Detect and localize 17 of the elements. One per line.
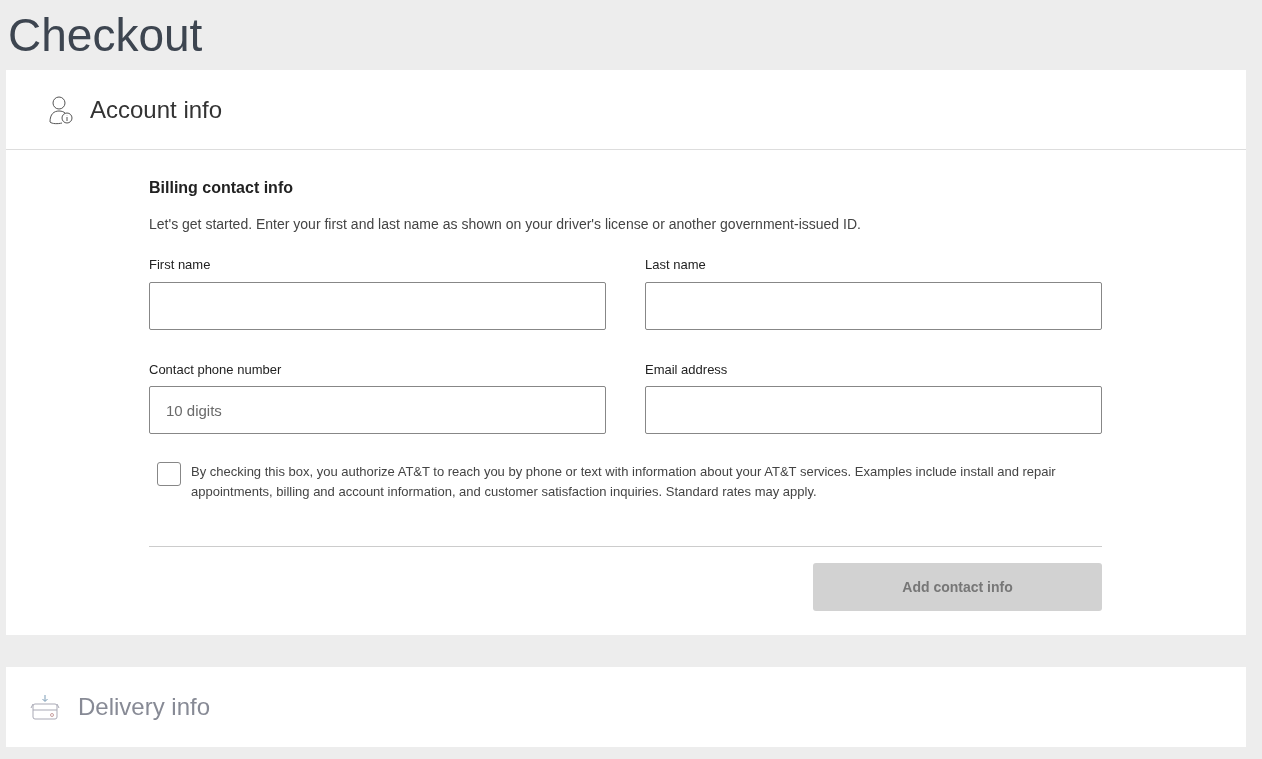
input-field[interactable] [149,281,606,330]
intro-text: Let's get started. Enter your first and last name as shown on your driver's license or another government-issued ID. [149,215,861,234]
input-field[interactable] [645,386,1102,434]
input-field[interactable]: 10 digits [149,386,606,434]
section-heading: Account info [90,94,223,125]
input-field[interactable] [645,281,1102,330]
section-heading: Delivery info [78,692,211,722]
field-label: First name [149,256,211,274]
box-icon [30,694,60,720]
form-title: Billing contact info [149,178,293,198]
person-info-icon [48,94,74,125]
consent-checkbox[interactable] [157,462,181,486]
field-label: Contact phone number [149,360,282,379]
page-title: Checkout [7,8,203,63]
consent-text: By checking this box, you authorize AT&T to reach you by phone or text with information about your AT&T services. Examples include install and repair appointments, billing and account information, and customer satisfaction inquiries. Standard rates may apply. [191,463,1057,501]
field-label: Email address [645,360,728,379]
field-label: Last name [645,256,706,274]
